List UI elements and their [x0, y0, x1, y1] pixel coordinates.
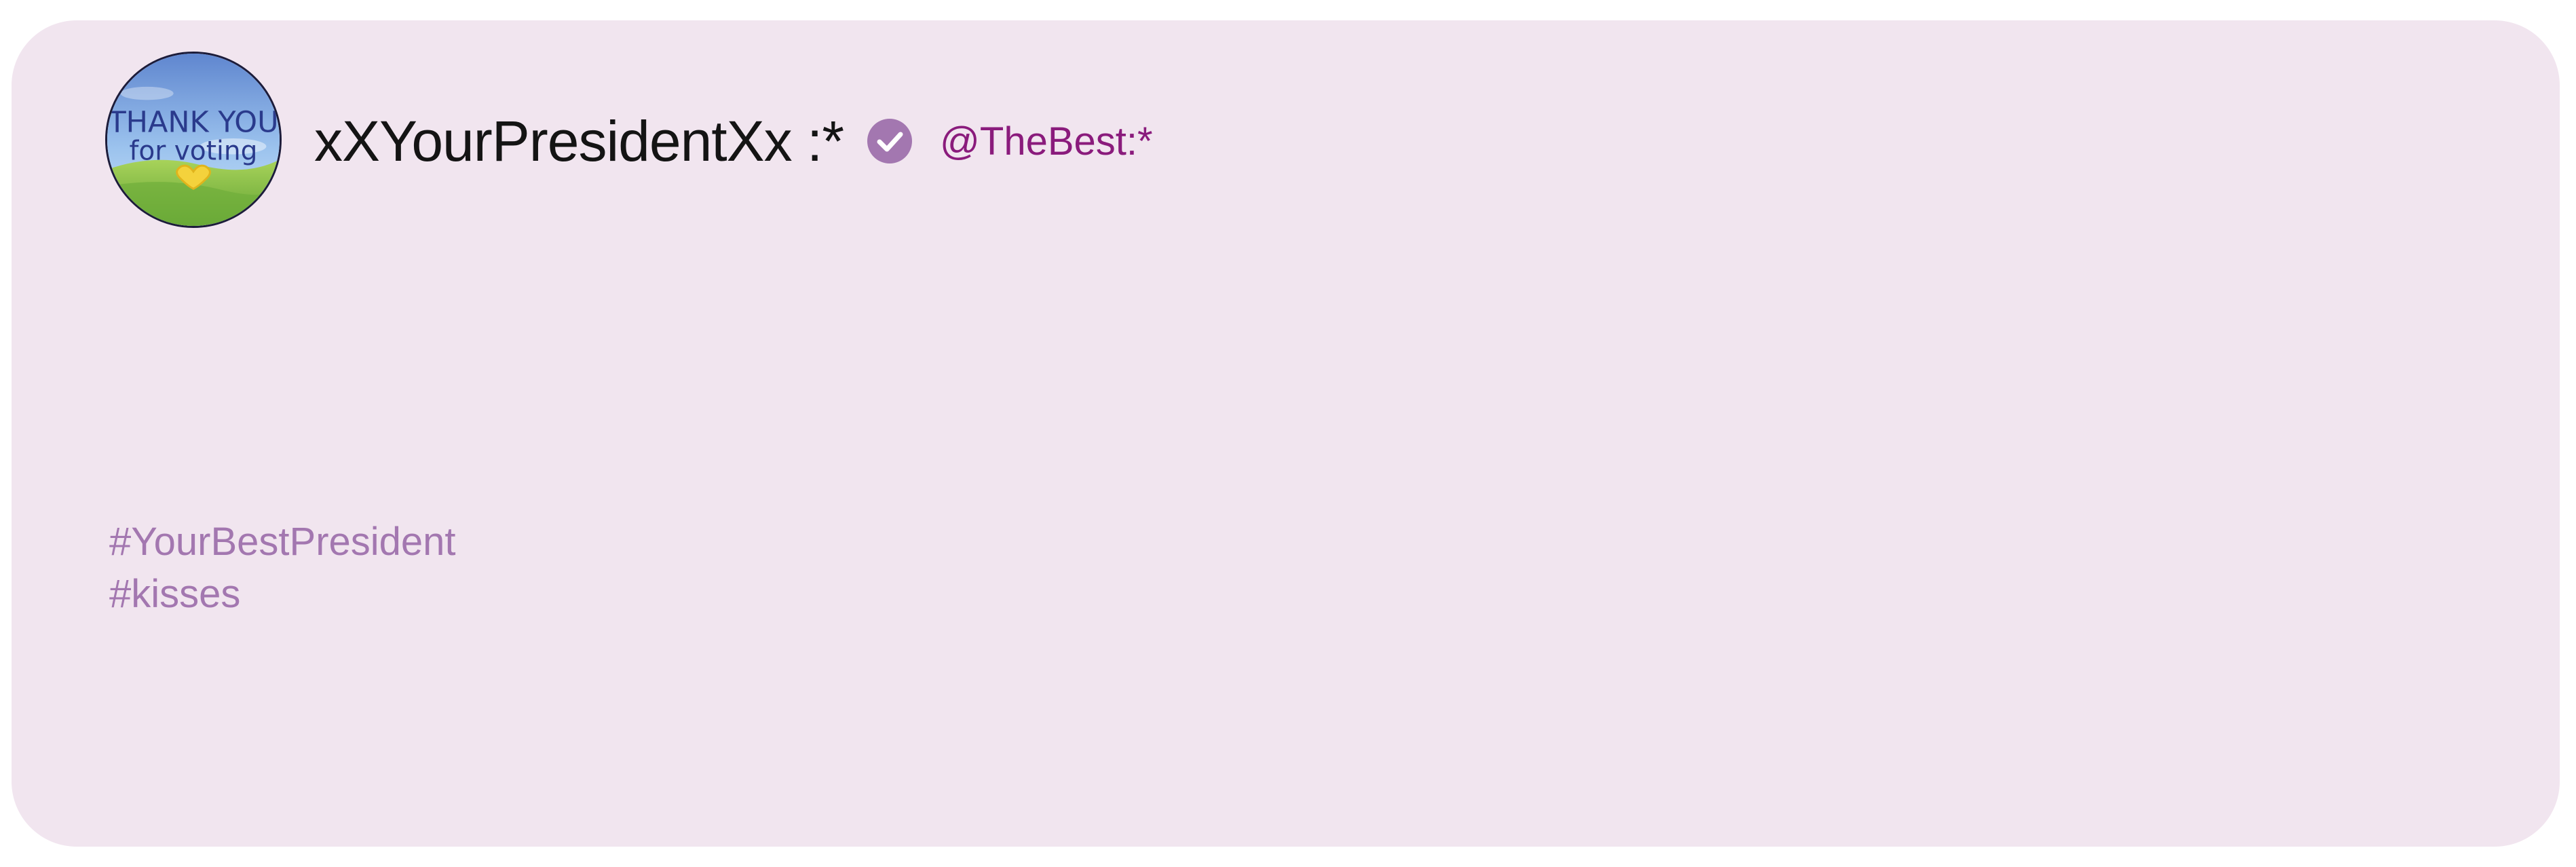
display-name[interactable]: xXYourPresidentXx :*: [314, 109, 844, 174]
avatar[interactable]: THANK YOU for voting: [105, 52, 282, 228]
hashtag-link[interactable]: #YourBestPresident: [109, 516, 456, 568]
profile-card: THANK YOU for voting xXYourPresidentXx :…: [12, 20, 2560, 847]
verified-badge-icon: [867, 118, 913, 164]
hashtag-link[interactable]: #kisses: [109, 568, 456, 620]
svg-text:THANK YOU: THANK YOU: [107, 105, 278, 139]
user-handle[interactable]: @TheBest:*: [940, 119, 1153, 164]
hashtag-list: #YourBestPresident #kisses: [109, 516, 456, 620]
thank-you-for-voting-icon: THANK YOU for voting: [107, 54, 280, 226]
svg-text:for voting: for voting: [130, 136, 258, 166]
profile-header: xXYourPresidentXx :* @TheBest:*: [314, 100, 1153, 182]
